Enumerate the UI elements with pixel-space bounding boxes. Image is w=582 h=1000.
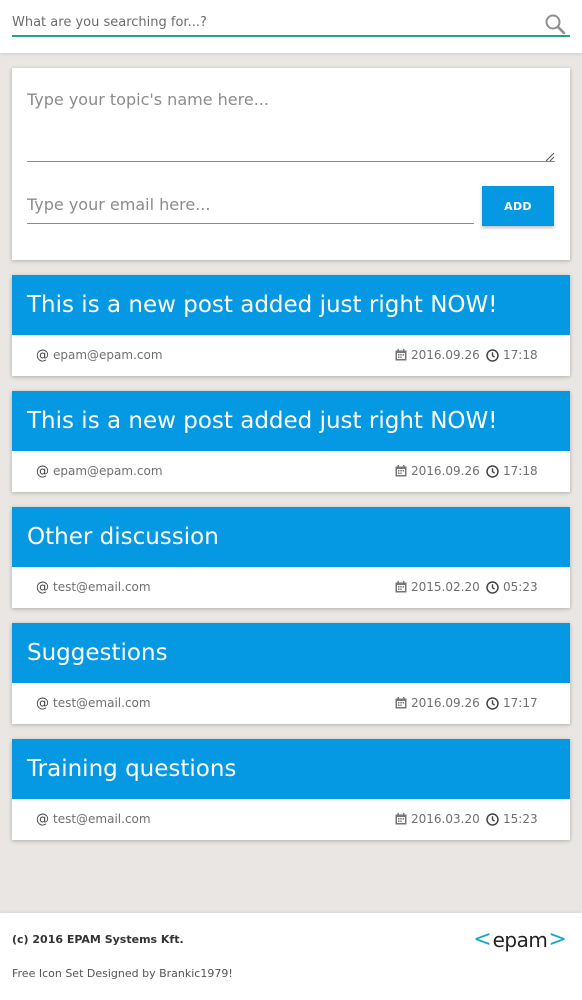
- post-card[interactable]: Training questions @ test@email.com 2016…: [12, 739, 570, 840]
- at-icon: @: [36, 812, 49, 827]
- post-author-email: test@email.com: [53, 812, 151, 826]
- post-title-bar: Suggestions: [12, 623, 570, 683]
- footer: (c) 2016 EPAM Systems Kft. Free Icon Set…: [0, 913, 582, 1000]
- clock-icon: [486, 581, 499, 594]
- logo-left-bracket: <: [473, 927, 492, 952]
- post-title-bar: Training questions: [12, 739, 570, 799]
- post-title-bar: This is a new post added just right NOW!: [12, 275, 570, 335]
- post-date: 2016.09.26: [411, 696, 480, 710]
- search-bar: [12, 10, 570, 37]
- topic-name-field[interactable]: [27, 86, 555, 162]
- post-author-email: test@email.com: [53, 580, 151, 594]
- search-icon[interactable]: [544, 13, 566, 35]
- calendar-icon: [395, 697, 407, 709]
- post-time: 15:23: [503, 812, 538, 826]
- post-title: This is a new post added just right NOW!: [27, 408, 498, 434]
- email-field[interactable]: [27, 186, 474, 224]
- post-title: Training questions: [27, 756, 237, 782]
- post-card[interactable]: Suggestions @ test@email.com 2016.09.26: [12, 623, 570, 724]
- post-title: This is a new post added just right NOW!: [27, 292, 498, 318]
- post-title-bar: Other discussion: [12, 507, 570, 567]
- post-time: 17:18: [503, 464, 538, 478]
- at-icon: @: [36, 464, 49, 479]
- calendar-icon: [395, 465, 407, 477]
- calendar-icon: [395, 349, 407, 361]
- header: [0, 0, 582, 53]
- clock-icon: [486, 697, 499, 710]
- logo-right-bracket: >: [548, 927, 567, 952]
- calendar-icon: [395, 813, 407, 825]
- epam-logo: < epam >: [473, 925, 567, 955]
- post-time: 05:23: [503, 580, 538, 594]
- post-meta: @ test@email.com 2016.03.20 15:23: [12, 799, 570, 840]
- clock-icon: [486, 465, 499, 478]
- at-icon: @: [36, 696, 49, 711]
- post-date: 2016.03.20: [411, 812, 480, 826]
- logo-wordmark: epam: [492, 928, 548, 952]
- post-meta: @ epam@epam.com 2016.09.26 17:18: [12, 451, 570, 492]
- post-author-email: epam@epam.com: [53, 464, 163, 478]
- at-icon: @: [36, 348, 49, 363]
- clock-icon: [486, 349, 499, 362]
- post-date: 2016.09.26: [411, 348, 480, 362]
- post-meta: @ test@email.com 2016.09.26 17:17: [12, 683, 570, 724]
- icon-credit-text: Free Icon Set Designed by Brankic1979!: [12, 967, 233, 980]
- calendar-icon: [395, 581, 407, 593]
- resize-handle-icon[interactable]: [545, 152, 555, 162]
- post-title: Suggestions: [27, 640, 168, 666]
- add-button[interactable]: ADD: [482, 186, 554, 226]
- post-meta: @ test@email.com 2015.02.20 05:23: [12, 567, 570, 608]
- post-meta: @ epam@epam.com 2016.09.26 17:18: [12, 335, 570, 376]
- at-icon: @: [36, 580, 49, 595]
- search-input[interactable]: [12, 10, 532, 34]
- post-time: 17:17: [503, 696, 538, 710]
- clock-icon: [486, 813, 499, 826]
- post-card[interactable]: Other discussion @ test@email.com 2015.0…: [12, 507, 570, 608]
- post-author-email: test@email.com: [53, 696, 151, 710]
- post-title: Other discussion: [27, 524, 219, 550]
- post-author-email: epam@epam.com: [53, 348, 163, 362]
- post-title-bar: This is a new post added just right NOW!: [12, 391, 570, 451]
- post-card[interactable]: This is a new post added just right NOW!…: [12, 275, 570, 376]
- new-topic-form: ADD: [12, 68, 570, 260]
- post-card[interactable]: This is a new post added just right NOW!…: [12, 391, 570, 492]
- copyright-text: (c) 2016 EPAM Systems Kft.: [12, 933, 184, 946]
- post-time: 17:18: [503, 348, 538, 362]
- post-date: 2015.02.20: [411, 580, 480, 594]
- post-date: 2016.09.26: [411, 464, 480, 478]
